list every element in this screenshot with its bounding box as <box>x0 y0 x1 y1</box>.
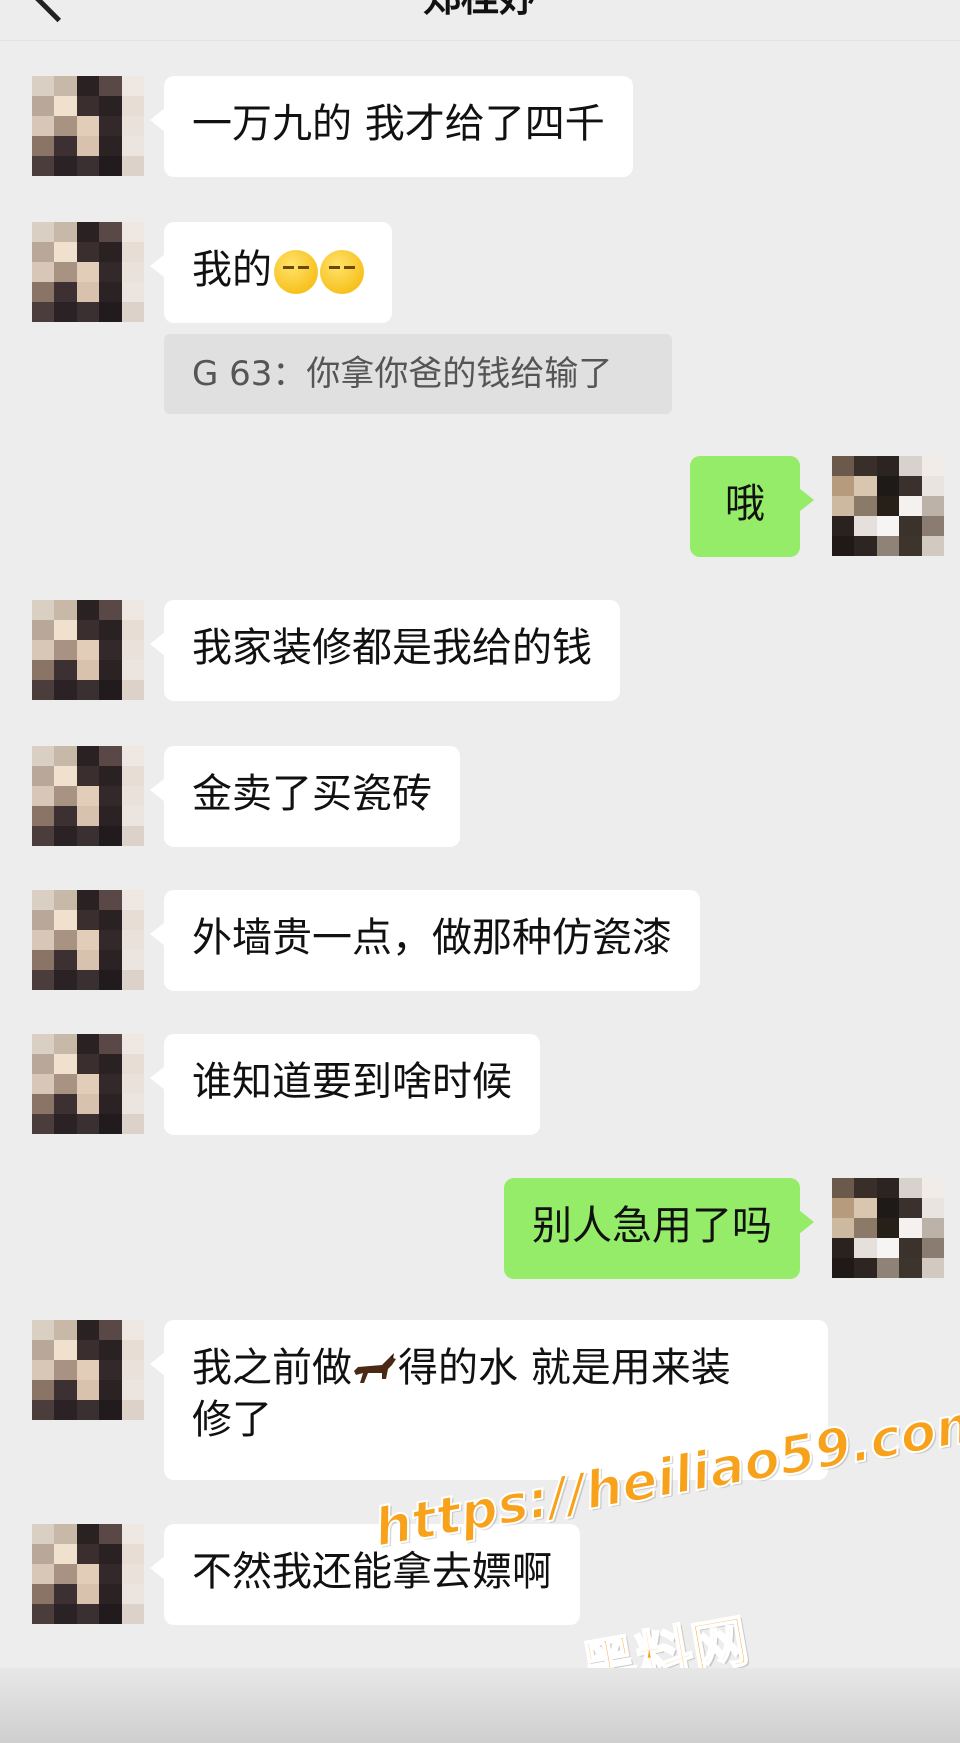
avatar[interactable] <box>32 76 144 176</box>
message-bubble[interactable]: 我家装修都是我给的钱 <box>150 600 620 701</box>
quoted-reply[interactable]: G 63：你拿你爸的钱给输了 <box>164 334 672 414</box>
chat-header: 郑桂妤 <box>0 0 960 41</box>
avatar[interactable] <box>32 600 144 700</box>
sweat-sleepy-icon <box>274 250 318 294</box>
sweat-sleepy-icon <box>320 250 364 294</box>
message-text: 得的水 就是用来装 <box>398 1345 731 1391</box>
message-text: 我的 <box>192 247 272 293</box>
avatar[interactable] <box>832 1178 944 1278</box>
avatar[interactable] <box>32 222 144 322</box>
message-text: 修了 <box>192 1397 272 1443</box>
chat-title: 郑桂妤 <box>0 0 960 18</box>
message-bubble[interactable]: 外墙贵一点，做那种仿瓷漆 <box>150 890 700 991</box>
message-bubble[interactable]: 别人急用了吗 <box>504 1178 814 1279</box>
message-text: 我之前做 <box>192 1345 352 1391</box>
avatar[interactable] <box>832 456 944 556</box>
avatar[interactable] <box>32 890 144 990</box>
message-bubble[interactable]: 金卖了买瓷砖 <box>150 746 460 847</box>
avatar[interactable] <box>32 746 144 846</box>
avatar[interactable] <box>32 1524 144 1624</box>
input-bar[interactable] <box>0 1668 960 1743</box>
message-bubble[interactable]: 我的 <box>150 222 392 323</box>
message-bubble[interactable]: 一万九的 我才给了四千 <box>150 76 633 177</box>
horse-icon <box>354 1353 396 1383</box>
avatar[interactable] <box>32 1320 144 1420</box>
avatar[interactable] <box>32 1034 144 1134</box>
message-bubble[interactable]: 哦 <box>690 456 814 557</box>
message-bubble[interactable]: 谁知道要到啥时候 <box>150 1034 540 1135</box>
